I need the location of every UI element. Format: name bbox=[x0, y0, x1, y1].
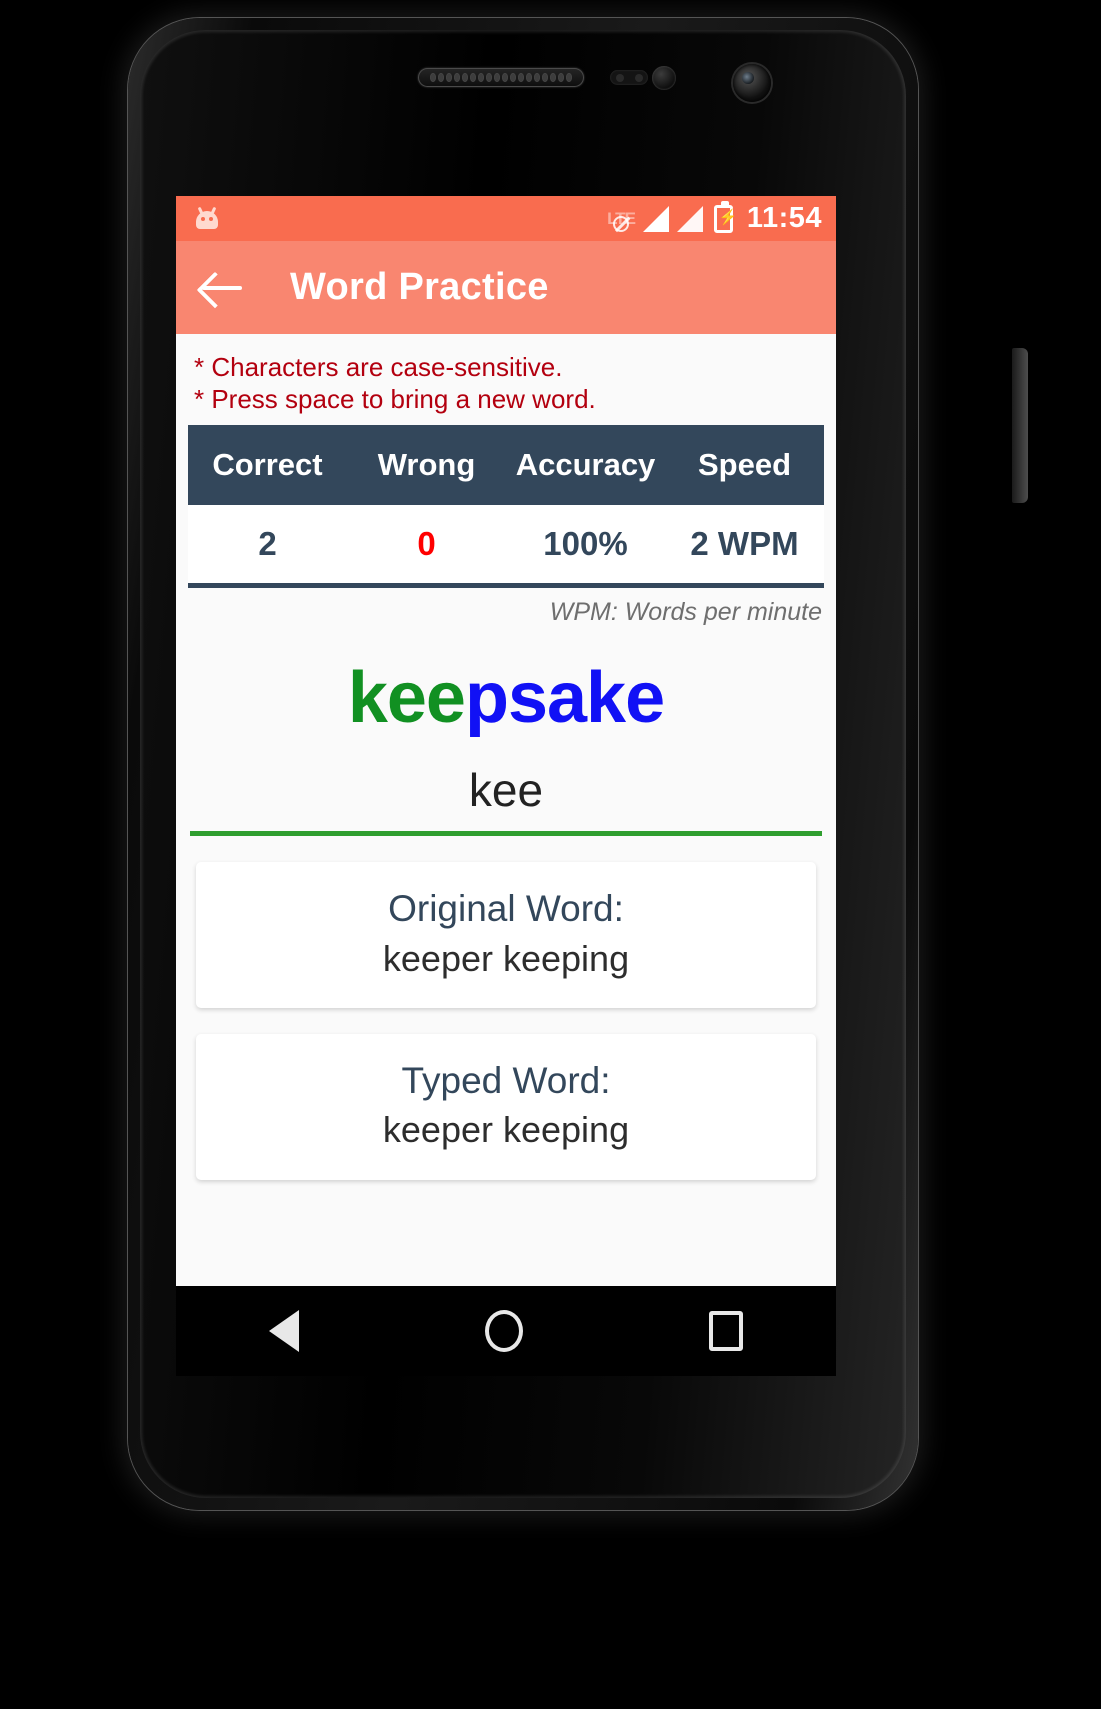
typing-input-value[interactable]: kee bbox=[190, 763, 822, 817]
battery-bolt-glyph: ⚡ bbox=[718, 208, 738, 226]
instruction-line-2: * Press space to bring a new word. bbox=[194, 383, 596, 414]
status-bar-clock: 11:54 bbox=[746, 202, 822, 234]
speaker-grille-icon bbox=[418, 68, 584, 87]
main-content: * Characters are case-sensitive. * Press… bbox=[176, 334, 836, 1286]
stats-header-speed: Speed bbox=[665, 425, 824, 506]
phone-screen: LTE ⚡ 11:54 Word Practice * Characters a… bbox=[176, 196, 836, 1286]
stats-value-wrong: 0 bbox=[347, 505, 506, 589]
proximity-sensor-icon bbox=[610, 70, 648, 85]
stats-table: Correct Wrong Accuracy Speed 2 0 100% 2 … bbox=[188, 425, 824, 589]
signal-bars-icon-2 bbox=[676, 205, 703, 232]
target-word-typed-part: kee bbox=[347, 658, 466, 739]
instructions: * Characters are case-sensitive. * Press… bbox=[176, 334, 836, 425]
original-word-value: keeper keeping bbox=[382, 937, 630, 979]
target-word-remaining-part: psake bbox=[464, 658, 665, 739]
nav-back-triangle-icon[interactable] bbox=[269, 1310, 299, 1352]
stats-header-wrong: Wrong bbox=[347, 425, 506, 506]
wpm-footnote: WPM: Words per minute bbox=[549, 598, 822, 627]
signal-bars-icon bbox=[642, 205, 669, 232]
stats-value-row: 2 0 100% 2 WPM bbox=[188, 505, 824, 589]
camera-lens-icon bbox=[733, 64, 771, 102]
page-title: Word Practice bbox=[290, 266, 549, 308]
battery-charging-icon: ⚡ bbox=[713, 200, 738, 233]
lte-indicator: LTE bbox=[607, 210, 636, 232]
typed-word-value: keeper keeping bbox=[382, 1109, 630, 1151]
android-robot-icon bbox=[194, 206, 220, 231]
back-arrow-icon[interactable] bbox=[202, 272, 246, 304]
original-word-label: Original Word: bbox=[388, 888, 624, 930]
stats-header-accuracy: Accuracy bbox=[506, 425, 665, 506]
stats-value-accuracy: 100% bbox=[506, 505, 665, 589]
nav-home-circle-icon[interactable] bbox=[485, 1310, 523, 1352]
app-bar: Word Practice bbox=[176, 241, 836, 334]
stats-value-speed: 2 WPM bbox=[665, 505, 824, 589]
screenshot-stage: LTE ⚡ 11:54 Word Practice * Characters a… bbox=[0, 0, 1101, 1709]
typed-word-card: Typed Word: keeper keeping bbox=[196, 1034, 816, 1181]
stats-value-correct: 2 bbox=[188, 505, 347, 589]
front-camera-icon bbox=[652, 66, 676, 90]
status-bar: LTE ⚡ 11:54 bbox=[176, 196, 836, 241]
stats-header-row: Correct Wrong Accuracy Speed bbox=[188, 425, 824, 506]
nav-recents-square-icon[interactable] bbox=[709, 1311, 743, 1351]
instruction-line-1: * Characters are case-sensitive. bbox=[194, 352, 563, 382]
target-word-display: keepsake bbox=[176, 627, 836, 745]
android-nav-bar bbox=[176, 1286, 836, 1376]
stats-table-wrapper: Correct Wrong Accuracy Speed 2 0 100% 2 … bbox=[176, 425, 836, 589]
original-word-card: Original Word: keeper keeping bbox=[196, 862, 816, 1009]
typing-input[interactable]: kee bbox=[190, 763, 822, 837]
typed-word-label: Typed Word: bbox=[401, 1060, 611, 1102]
no-signal-slash-icon bbox=[613, 216, 630, 232]
stats-header-correct: Correct bbox=[188, 425, 347, 506]
power-button[interactable] bbox=[1012, 348, 1028, 503]
